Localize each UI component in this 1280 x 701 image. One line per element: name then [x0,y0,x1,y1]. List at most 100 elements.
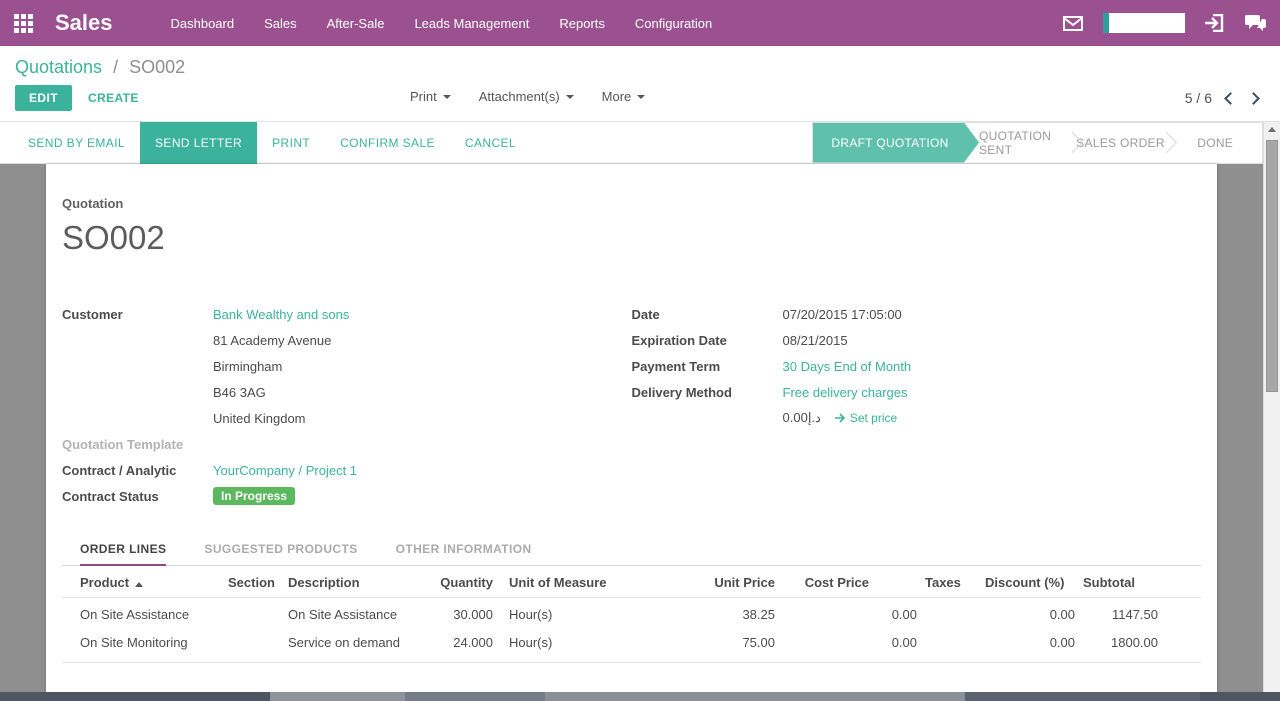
contract-analytic-label: Contract / Analytic [62,463,213,478]
chat-icon[interactable] [1245,15,1266,32]
user-name-mask [1109,13,1185,33]
user-menu[interactable] [1103,13,1185,33]
print-dropdown-label: Print [410,89,437,104]
field-groups: Customer Bank Wealthy and sons 81 Academ… [62,301,1201,509]
set-price-link[interactable]: Set price [835,411,897,425]
col-taxes[interactable]: Taxes [925,575,985,590]
sales-app-window: Sales Dashboard Sales After-Sale Leads M… [0,0,1280,701]
cell-quantity: 24.000 [412,635,501,650]
cell-quantity: 30.000 [412,607,501,622]
address-zip: B46 3AG [213,385,266,400]
cell-description: Service on demand [280,635,412,650]
more-dropdown[interactable]: More [602,89,646,104]
send-by-email-button[interactable]: SEND BY EMAIL [13,122,140,164]
state-sales-order[interactable]: SALES ORDER [1074,123,1168,163]
print-button[interactable]: PRINT [257,122,325,164]
top-navbar: Sales Dashboard Sales After-Sale Leads M… [0,0,1280,46]
order-line-row[interactable]: On Site Assistance On Site Assistance 30… [62,600,1201,628]
tab-order-lines[interactable]: ORDER LINES [80,536,166,566]
notebook-tabs: ORDER LINES SUGGESTED PRODUCTS OTHER INF… [62,536,1201,566]
menu-item-dashboard[interactable]: Dashboard [171,16,235,31]
menu-item-configuration[interactable]: Configuration [635,16,712,31]
navbar-right [1063,13,1266,33]
statusbar-buttons: SEND BY EMAIL SEND LETTER PRINT CONFIRM … [0,122,531,164]
statusbar: SEND BY EMAIL SEND LETTER PRINT CONFIRM … [0,122,1280,164]
cancel-button[interactable]: CANCEL [450,122,531,164]
cell-cost-price: 0.00 [783,607,925,622]
send-letter-button[interactable]: SEND LETTER [140,122,257,164]
scrollbar-up-button[interactable] [1264,122,1280,137]
state-done[interactable]: DONE [1168,123,1262,163]
customer-address-line: B46 3AG [62,379,632,405]
delivery-method-link[interactable]: Free delivery charges [783,385,908,400]
cell-uom: Hour(s) [501,635,683,650]
col-quantity[interactable]: Quantity [412,575,501,590]
order-lines-header: Product Section Description Quantity Uni… [62,568,1201,598]
customer-label: Customer [62,307,213,322]
scrollbar-thumb[interactable] [1266,140,1278,392]
scrollbar-up-icon [1268,127,1276,132]
address-country: United Kingdom [213,411,306,426]
menu-item-sales[interactable]: Sales [264,16,297,31]
order-lines-body: On Site Assistance On Site Assistance 30… [62,598,1201,663]
customer-address-line: 81 Academy Avenue [62,327,632,353]
quotation-template-label: Quotation Template [62,437,213,452]
caret-down-icon [637,95,645,99]
edit-button[interactable]: EDIT [15,85,72,111]
cell-product: On Site Monitoring [62,635,220,650]
tab-suggested-products[interactable]: SUGGESTED PRODUCTS [204,536,357,566]
payment-term-link[interactable]: 30 Days End of Month [783,359,912,374]
delivery-method-label: Delivery Method [632,385,783,400]
contract-status-badge: In Progress [213,487,295,505]
col-product[interactable]: Product [62,575,220,590]
status-pipeline: DRAFT QUOTATION QUOTATION SENT SALES ORD… [812,122,1263,164]
menu-item-leads-management[interactable]: Leads Management [414,16,529,31]
col-discount[interactable]: Discount (%) [985,575,1083,590]
state-quotation-sent[interactable]: QUOTATION SENT [979,123,1073,163]
record-name: SO002 [62,219,1201,257]
confirm-sale-button[interactable]: CONFIRM SALE [325,122,450,164]
control-panel: Quotations / SO002 EDIT CREATE Print Att… [0,46,1280,122]
expiration-date-field: Expiration Date 08/21/2015 [632,327,1202,353]
cell-product: On Site Assistance [62,607,220,622]
contract-analytic-link[interactable]: YourCompany / Project 1 [213,463,357,478]
cell-subtotal: 1147.50 [1083,607,1166,622]
action-dropdowns: Print Attachment(s) More [410,89,645,104]
caret-down-icon [566,95,574,99]
breadcrumb-quotations[interactable]: Quotations [15,57,102,77]
apps-menu-icon[interactable] [14,14,33,33]
bottom-strip-segment [965,692,1200,701]
state-draft-quotation[interactable]: DRAFT QUOTATION [813,123,979,163]
col-section[interactable]: Section [220,575,280,590]
attachments-dropdown[interactable]: Attachment(s) [479,89,574,104]
col-unit-price[interactable]: Unit Price [683,575,783,590]
bottom-strip-segment [1200,692,1280,701]
vertical-scrollbar[interactable] [1263,122,1280,692]
print-dropdown[interactable]: Print [410,89,451,104]
create-button[interactable]: CREATE [88,91,139,105]
sign-in-icon[interactable] [1205,14,1225,32]
delivery-price-field: 0.00د.إ Set price [632,405,1202,431]
messages-icon[interactable] [1063,16,1083,31]
quotation-sheet: Quotation SO002 Customer Bank Wealthy an… [46,164,1217,692]
bottom-strip-segment [405,692,545,701]
bottom-strip [0,692,1280,701]
pager-previous-button[interactable] [1224,92,1237,105]
col-subtotal[interactable]: Subtotal [1083,575,1166,590]
cell-description: On Site Assistance [280,607,412,622]
record-title-block: Quotation SO002 [62,196,1201,257]
col-unit-of-measure[interactable]: Unit of Measure [501,575,683,590]
customer-address-line: Birmingham [62,353,632,379]
col-description[interactable]: Description [280,575,412,590]
breadcrumb-current: SO002 [129,57,185,77]
customer-link[interactable]: Bank Wealthy and sons [213,307,349,322]
pager-next-button[interactable] [1247,92,1260,105]
tab-other-information[interactable]: OTHER INFORMATION [396,536,532,566]
app-brand[interactable]: Sales [55,10,113,36]
menu-item-after-sale[interactable]: After-Sale [327,16,385,31]
order-line-row[interactable]: On Site Monitoring Service on demand 24.… [62,628,1201,656]
expiration-date-label: Expiration Date [632,333,783,348]
menu-item-reports[interactable]: Reports [559,16,605,31]
navbar-left: Sales Dashboard Sales After-Sale Leads M… [14,10,712,36]
col-cost-price[interactable]: Cost Price [783,575,925,590]
